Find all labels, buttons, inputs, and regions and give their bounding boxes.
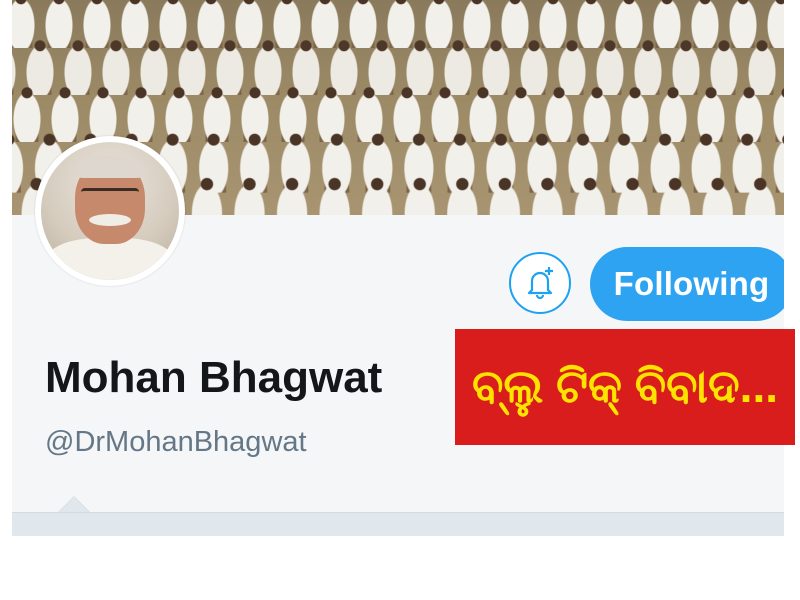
notifications-button[interactable]	[509, 252, 571, 314]
profile-handle: @DrMohanBhagwat	[45, 426, 307, 458]
avatar-photo	[41, 142, 179, 280]
profile-card: Following Mohan Bhagwat @DrMohanBhagwat	[12, 0, 784, 536]
headline-banner: ବ୍ଲୁ ଟିକ୍ ବିବାଦ...	[455, 329, 795, 445]
headline-text: ବ୍ଲୁ ଟିକ୍ ବିବାଦ...	[471, 360, 779, 412]
bell-plus-icon	[527, 267, 553, 300]
following-label: Following	[613, 265, 770, 302]
following-button[interactable]: Following	[590, 247, 784, 321]
tab-caret	[58, 496, 90, 512]
profile-display-name: Mohan Bhagwat	[45, 353, 383, 402]
tab-divider	[12, 512, 784, 536]
avatar[interactable]	[35, 136, 185, 286]
